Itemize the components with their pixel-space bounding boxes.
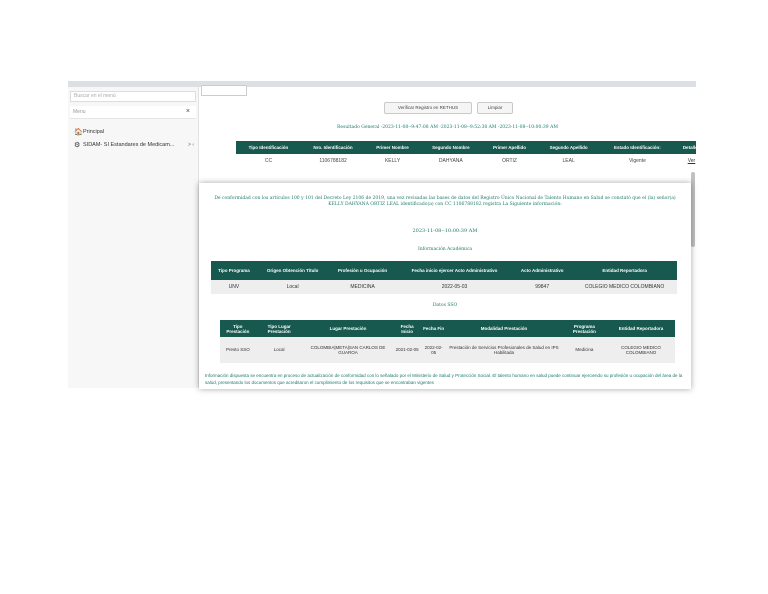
table-cell: Medicina	[561, 337, 607, 363]
table-cell: KELLY	[384, 157, 401, 164]
clear-button[interactable]: Limpiar	[477, 102, 513, 114]
table-cell: Vigente	[628, 157, 646, 164]
table-header: Primer Apellido	[481, 141, 538, 154]
table-header: Modalidad Prestación	[446, 320, 562, 337]
table-cell: 2021-02-05	[393, 337, 421, 363]
academic-table: Tipo Programa Origen Obtención Título Pr…	[211, 261, 677, 294]
table-header: Acto Administrativo	[512, 261, 573, 280]
sso-table: Tipo Prestación Tipo Lugar Prestación Lu…	[220, 320, 675, 363]
table-cell: UNV	[211, 280, 257, 294]
sidebar-item-principal[interactable]: 🏠 Principal	[68, 125, 198, 138]
sso-data-title: Datos SSO	[432, 303, 458, 308]
table-cell: 2022-05-03	[396, 280, 513, 294]
table-cell: 1106788182	[319, 157, 347, 164]
table-header: Entidad Reportadora	[572, 261, 677, 280]
table-cell: Presto SSO	[220, 337, 256, 363]
modal-intro-text: De conformidad con los artículos 100 y 1…	[214, 196, 676, 207]
table-header: Detalles	[674, 141, 696, 154]
menu-search-input[interactable]: Buscar en el menú	[70, 91, 196, 102]
sidebar-item-sidam[interactable]: ⚙ SIDAM- SI Estandares de Medicam... > ‹	[68, 138, 198, 151]
table-cell: ORTIZ	[502, 157, 517, 164]
scrollbar[interactable]	[691, 172, 695, 247]
table-row: Presto SSO Local COLOMBIA|META|SAN CARLO…	[220, 337, 675, 363]
table-cell: Local	[256, 280, 329, 294]
table-header: Lugar Prestación	[302, 320, 394, 337]
table-header: Tipo Identificación	[236, 141, 301, 154]
verify-rethus-button[interactable]: Verificar Registro en RETHUS	[384, 102, 472, 114]
table-header: Fecha inicio ejercer Acto Administrativo	[396, 261, 513, 280]
table-cell: 99847	[512, 280, 573, 294]
table-cell: Ver	[675, 154, 696, 167]
table-cell: Prestación de Servicios Profesionales de…	[446, 337, 562, 363]
table-header: Segundo Nombre	[419, 141, 482, 154]
table-header-row: Tipo Prestación Tipo Lugar Prestación Lu…	[220, 320, 675, 337]
menu-filter[interactable]: Menu ×	[70, 106, 196, 119]
details-modal: De conformidad con los artículos 100 y 1…	[199, 183, 691, 389]
table-cell: COLEGIO MEDICO COLOMBIANO	[606, 337, 675, 363]
result-general-text: Resultado General -2023-11-08--9:47:08 A…	[337, 125, 558, 130]
cogs-icon: ⚙	[74, 141, 81, 149]
academic-info-title: Información Académica	[417, 247, 473, 252]
table-cell: DAHYANA	[438, 157, 463, 164]
table-row: UNV Local MEDICINA 2022-05-03 99847 COLE…	[211, 280, 677, 294]
view-details-link[interactable]: Ver	[688, 158, 696, 164]
table-header: Tipo Programa	[211, 261, 257, 280]
home-icon: 🏠	[74, 128, 83, 136]
sidebar-item-label: SIDAM- SI Estandares de Medicam...	[83, 141, 175, 148]
sidebar: Buscar en el menú Menu × 🏠 Principal ⚙ S…	[68, 87, 199, 388]
close-icon[interactable]: ×	[186, 106, 190, 118]
table-header: Fecha Inicio	[393, 320, 421, 337]
table-cell: 2022-02-05	[420, 337, 447, 363]
table-header: Estado Identificación:	[599, 141, 675, 154]
table-cell: Local	[255, 337, 303, 363]
table-header: Origen Obtención Título	[256, 261, 329, 280]
table-header: Fecha Fin	[420, 320, 447, 337]
table-row: CC 1106788182 KELLY DAHYANA ORTIZ LEAL V…	[236, 154, 696, 167]
table-header: Tipo Prestación	[220, 320, 256, 337]
table-cell: COLOMBIA|META|SAN CARLOS DE GUAROA	[302, 337, 394, 363]
table-header-row: Tipo Programa Origen Obtención Título Pr…	[211, 261, 677, 280]
table-header: Entidad Reportadora	[606, 320, 675, 337]
sidebar-item-label: Principal	[83, 128, 105, 135]
table-header-row: Tipo Identificación Nro. Identificación …	[236, 141, 696, 154]
page-size-select[interactable]	[201, 85, 247, 96]
table-header: Profesión u Ocupación	[328, 261, 397, 280]
menu-filter-label: Menu	[73, 109, 86, 115]
table-cell: MEDICINA	[328, 280, 397, 294]
table-cell: CC	[264, 157, 273, 164]
table-cell: LEAL	[562, 157, 575, 164]
modal-footnote: Información dispuesta se encuentra en pr…	[205, 373, 683, 385]
table-header: Programa Prestación	[561, 320, 607, 337]
modal-timestamp: 2023-11-08--10:00:39 AM	[412, 228, 478, 234]
person-table: Tipo Identificación Nro. Identificación …	[236, 141, 696, 167]
table-header: Primer Nombre	[365, 141, 420, 154]
table-cell: COLEGIO MEDICO COLOMBIANO	[572, 280, 677, 294]
table-header: Segundo Apellido	[537, 141, 600, 154]
table-header: Tipo Lugar Prestación	[255, 320, 303, 337]
chevron-icon[interactable]: > ‹	[188, 142, 194, 148]
table-header: Nro. Identificación	[300, 141, 366, 154]
